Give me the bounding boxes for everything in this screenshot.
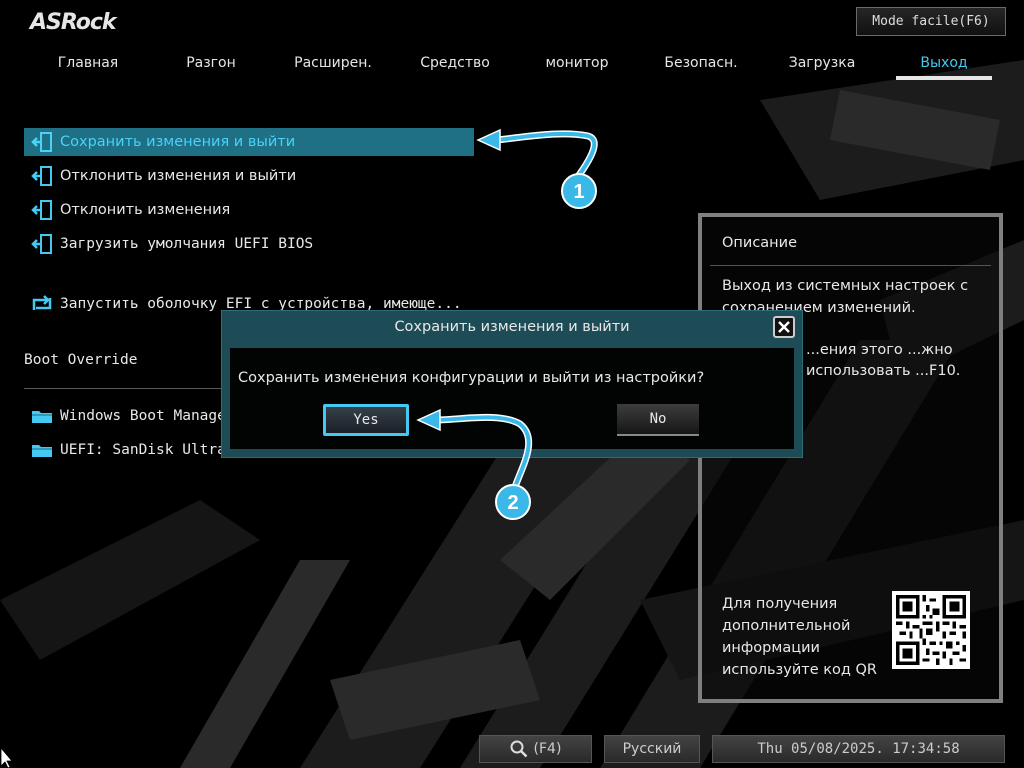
tab-monitor[interactable]: монитор (532, 48, 622, 78)
mode-facile-button[interactable]: Mode facile(F6) (856, 7, 1006, 36)
datetime-display: Thu 05/08/2025. 17:34:58 (712, 735, 1005, 763)
qr-info-text: Для получения дополнительной информации … (722, 596, 878, 678)
dialog-message: Сохранить изменения конфигурации и выйти… (238, 370, 705, 386)
description-text-partial: ...ения этого ...жно использовать ...F10… (806, 342, 961, 379)
boot-item-label: UEFI: SanDisk Ultra (60, 442, 226, 458)
search-button[interactable]: (F4) (479, 735, 592, 763)
description-divider (710, 265, 991, 266)
menu-item-discard[interactable]: Отклонить изменения (24, 196, 474, 224)
tab-security[interactable]: Безопасн. (652, 48, 750, 78)
save-exit-dialog: Сохранить изменения и выйти Сохранить из… (221, 310, 803, 458)
menu-item-discard-exit[interactable]: Отклонить изменения и выйти (24, 162, 474, 190)
tab-main[interactable]: Главная (42, 48, 134, 78)
asrock-logo: ASRock (30, 10, 117, 35)
exit-door-icon (24, 162, 60, 190)
menu-item-save-exit[interactable]: Сохранить изменения и выйти (24, 128, 474, 156)
menu-item-label: Отклонить изменения (60, 202, 231, 218)
exit-door-icon (24, 128, 60, 156)
search-icon (510, 740, 528, 758)
menu-item-load-defaults[interactable]: Загрузить умолчания UEFI BIOS (24, 230, 474, 258)
shell-loop-icon (24, 290, 60, 318)
tab-exit[interactable]: Выход (896, 48, 992, 80)
description-panel: Описание Выход из системных настроек с с… (698, 213, 1003, 703)
tab-boot[interactable]: Загрузка (778, 48, 866, 78)
yes-button[interactable]: Yes (323, 404, 409, 436)
language-button[interactable]: Русский (604, 735, 700, 763)
boot-override-title: Boot Override (24, 352, 138, 368)
close-button[interactable] (773, 316, 795, 338)
exit-door-icon (24, 196, 60, 224)
exit-door-icon (24, 230, 60, 258)
tab-advanced[interactable]: Расширен. (284, 48, 382, 78)
search-shortcut-label: (F4) (533, 741, 562, 757)
folder-icon (24, 436, 60, 464)
dialog-body: Сохранить изменения конфигурации и выйти… (230, 348, 794, 449)
dialog-title: Сохранить изменения и выйти (394, 319, 630, 335)
menu-item-label: Отклонить изменения и выйти (60, 168, 297, 184)
description-title: Описание (722, 235, 797, 251)
no-button[interactable]: No (617, 404, 699, 436)
tab-tool[interactable]: Средство (410, 48, 500, 78)
boot-item-label: Windows Boot Manager (60, 408, 235, 424)
folder-icon (24, 402, 60, 430)
main-tabs: Главная Разгон Расширен. Средство монито… (0, 48, 1024, 80)
qr-code (892, 591, 970, 669)
close-icon (778, 318, 790, 337)
menu-item-label: Сохранить изменения и выйти (60, 134, 296, 150)
menu-item-label: Загрузить умолчания UEFI BIOS (60, 236, 314, 252)
tab-overclock[interactable]: Разгон (166, 48, 256, 78)
